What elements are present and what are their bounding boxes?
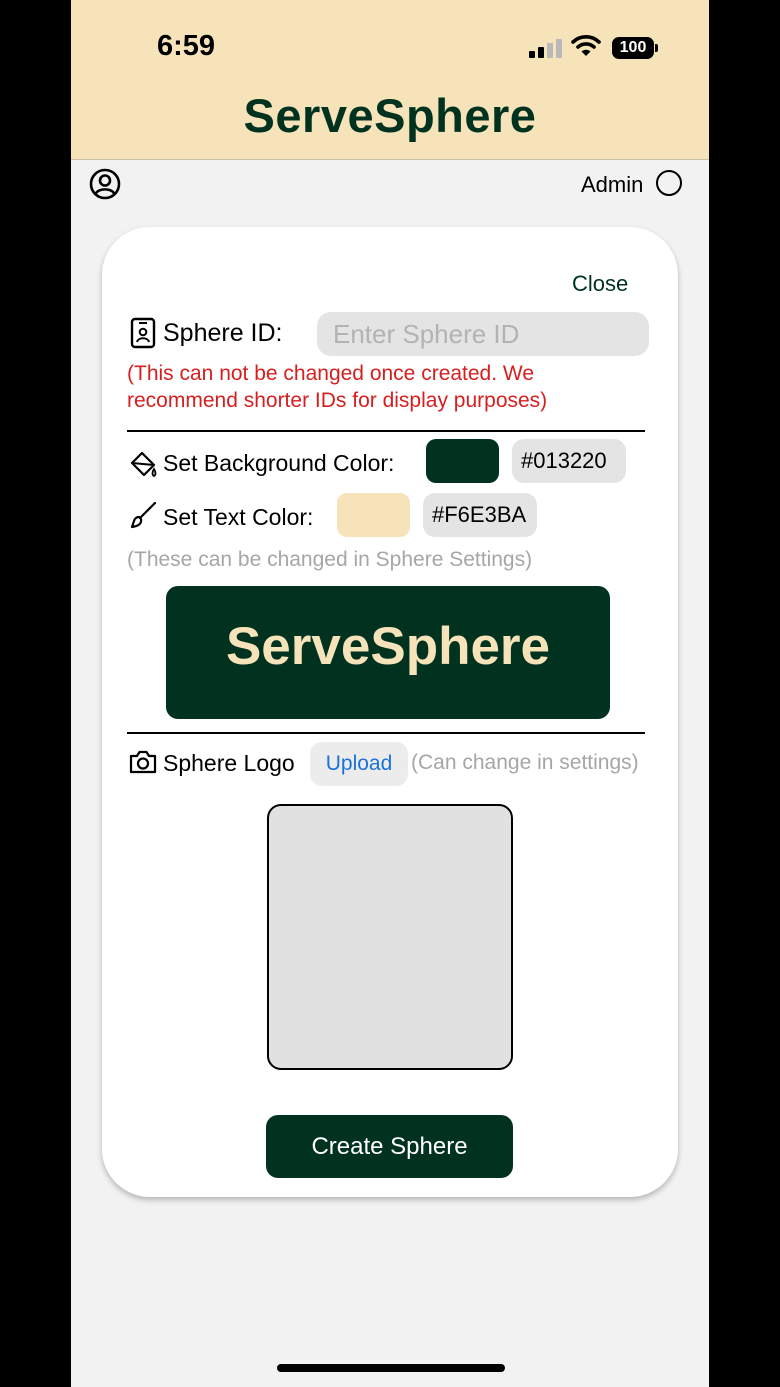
paint-bucket-icon xyxy=(130,451,157,478)
sphere-id-input[interactable] xyxy=(317,312,649,356)
preview-title: ServeSphere xyxy=(225,617,551,676)
brush-icon xyxy=(130,501,157,529)
divider xyxy=(127,430,645,432)
app-title: ServeSphere xyxy=(243,89,537,142)
background-hex-value[interactable]: #013220 xyxy=(512,439,626,483)
divider xyxy=(127,732,645,734)
cellular-signal-icon xyxy=(529,38,563,58)
battery-tip xyxy=(655,44,658,52)
app-header: 6:59 100 ServeSphere xyxy=(71,0,709,160)
status-time: 6:59 xyxy=(157,30,216,62)
id-badge-icon xyxy=(130,317,156,349)
sphere-logo-label: Sphere Logo xyxy=(163,750,295,776)
sphere-id-label: Sphere ID: xyxy=(163,319,283,347)
admin-label: Admin xyxy=(581,172,644,197)
phone-screen: 6:59 100 ServeSphere Admin Close Sphere … xyxy=(71,0,709,1387)
upload-logo-button[interactable]: Upload xyxy=(310,742,408,786)
text-color-swatch[interactable] xyxy=(337,493,410,537)
sphere-id-warning: (This can not be changed once created. W… xyxy=(127,360,647,414)
create-sphere-modal: Close Sphere ID: (This can not be change… xyxy=(102,227,678,1197)
wifi-icon xyxy=(571,35,601,56)
text-hex-value[interactable]: #F6E3BA xyxy=(423,493,537,537)
admin-toggle[interactable] xyxy=(656,170,682,196)
warning-line: recommend shorter IDs for display purpos… xyxy=(127,389,548,412)
camera-icon xyxy=(129,750,157,774)
background-color-label: Set Background Color: xyxy=(163,450,395,476)
logo-hint: (Can change in settings) xyxy=(411,751,639,774)
close-button[interactable]: Close xyxy=(572,271,628,297)
logo-placeholder[interactable] xyxy=(267,804,513,1070)
sphere-preview: ServeSphere xyxy=(166,586,610,719)
warning-line: (This can not be changed once created. W… xyxy=(127,362,535,385)
create-sphere-button[interactable]: Create Sphere xyxy=(266,1115,513,1178)
home-indicator[interactable] xyxy=(277,1364,505,1372)
colors-hint: (These can be changed in Sphere Settings… xyxy=(127,548,533,571)
text-color-label: Set Text Color: xyxy=(163,504,314,530)
background-color-swatch[interactable] xyxy=(426,439,499,483)
battery-indicator: 100 xyxy=(612,37,654,59)
user-circle-icon[interactable] xyxy=(89,168,121,200)
